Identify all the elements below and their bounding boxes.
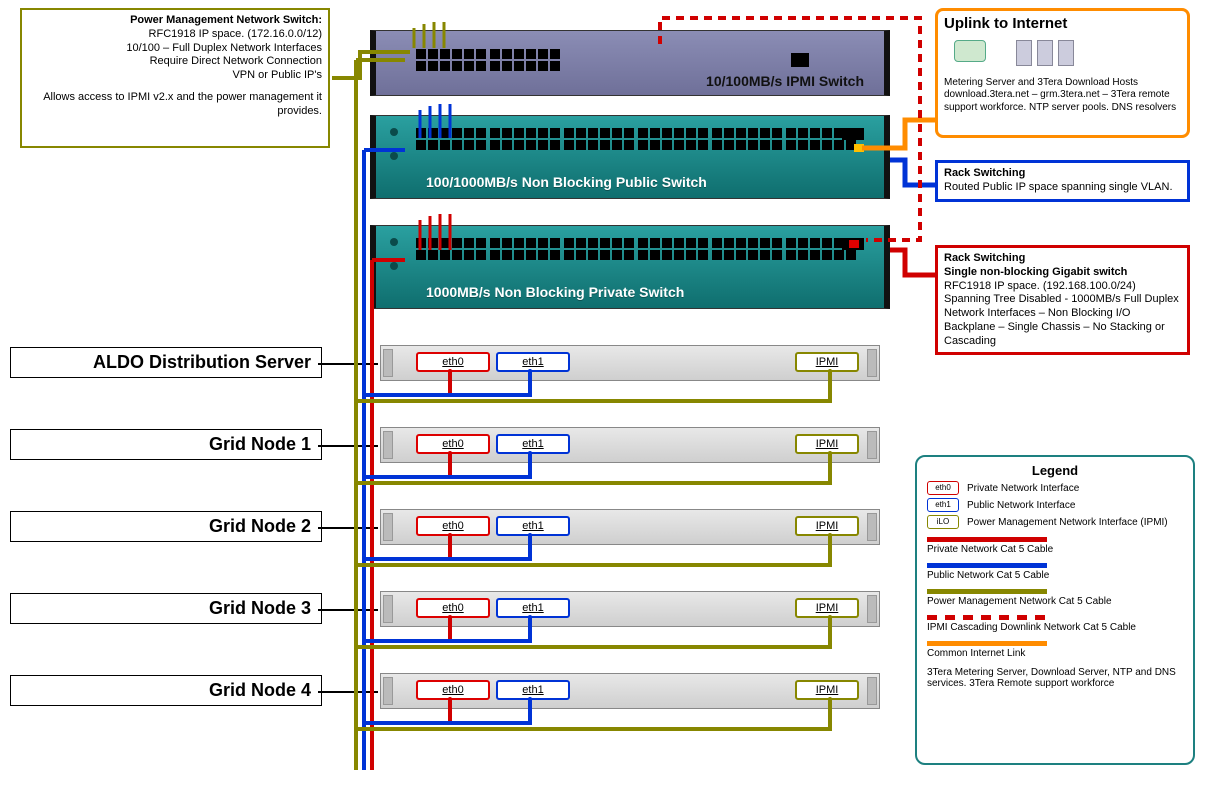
switch-private-label: 1000MB/s Non Blocking Private Switch: [426, 284, 684, 300]
annotation-pmn: Power Management Network Switch: RFC1918…: [20, 8, 330, 148]
annotation-uplink: Uplink to Internet Metering Server and 3…: [935, 8, 1190, 138]
legend-iface-ilo: iLO Power Management Network Interface (…: [927, 515, 1183, 529]
annotation-uplink-body: Metering Server and 3Tera Download Hosts…: [944, 77, 1181, 115]
servers-icon: [1016, 40, 1074, 71]
legend-title: Legend: [927, 463, 1183, 478]
server-4: eth0 eth1 IPMI: [380, 673, 880, 709]
server-0: eth0 eth1 IPMI: [380, 345, 880, 381]
annotation-pmn-l5: Allows access to IPMI v2.x and the power…: [28, 91, 322, 119]
annotation-pmn-title: Power Management Network Switch:: [28, 14, 322, 28]
legend-iface-eth0: eth0 Private Network Interface: [927, 481, 1183, 495]
legend-iface-eth1: eth1 Public Network Interface: [927, 498, 1183, 512]
server-3-eth0: eth0: [416, 598, 490, 618]
server-2-ipmi: IPMI: [795, 516, 859, 536]
server-label-1: Grid Node 1: [10, 429, 322, 460]
annotation-rack-public-body: Routed Public IP space spanning single V…: [944, 181, 1173, 193]
switch-private: 1000MB/s Non Blocking Private Switch: [370, 225, 890, 309]
server-label-connector-2: [318, 527, 378, 529]
server-0-ipmi: IPMI: [795, 352, 859, 372]
legend-cable-0: Private Network Cat 5 Cable: [927, 537, 1183, 555]
annotation-uplink-title: Uplink to Internet: [944, 15, 1181, 34]
server-4-eth1: eth1: [496, 680, 570, 700]
server-1-eth0: eth0: [416, 434, 490, 454]
annotation-rack-public-title: Rack Switching: [944, 167, 1025, 179]
server-2-eth1: eth1: [496, 516, 570, 536]
server-0-eth0: eth0: [416, 352, 490, 372]
server-label-connector-1: [318, 445, 378, 447]
switch-ipmi-label: 10/100MB/s IPMI Switch: [706, 73, 864, 89]
annotation-rack-public: Rack Switching Routed Public IP space sp…: [935, 160, 1190, 202]
server-3: eth0 eth1 IPMI: [380, 591, 880, 627]
legend-box: Legend eth0 Private Network Interface et…: [915, 455, 1195, 765]
server-label-2: Grid Node 2: [10, 511, 322, 542]
switch-ipmi: 10/100MB/s IPMI Switch: [370, 30, 890, 96]
server-1-eth1: eth1: [496, 434, 570, 454]
server-label-3: Grid Node 3: [10, 593, 322, 624]
annotation-rack-private-sub: Single non-blocking Gigabit switch: [944, 266, 1127, 278]
server-label-connector-4: [318, 691, 378, 693]
server-4-eth0: eth0: [416, 680, 490, 700]
server-3-eth1: eth1: [496, 598, 570, 618]
server-label-connector-0: [318, 363, 378, 365]
annotation-rack-private-body: RFC1918 IP space. (192.168.100.0/24) Spa…: [944, 280, 1179, 347]
annotation-pmn-l1: RFC1918 IP space. (172.16.0.0/12): [28, 28, 322, 42]
annotation-rack-private: Rack Switching Single non-blocking Gigab…: [935, 245, 1190, 355]
annotation-pmn-l4: VPN or Public IP's: [28, 69, 322, 83]
server-1-ipmi: IPMI: [795, 434, 859, 454]
server-1: eth0 eth1 IPMI: [380, 427, 880, 463]
server-label-connector-3: [318, 609, 378, 611]
server-4-ipmi: IPMI: [795, 680, 859, 700]
server-label-0: ALDO Distribution Server: [10, 347, 322, 378]
legend-cable-2: Power Management Network Cat 5 Cable: [927, 589, 1183, 607]
server-0-eth1: eth1: [496, 352, 570, 372]
router-icon: [954, 40, 986, 62]
switch-public-label: 100/1000MB/s Non Blocking Public Switch: [426, 174, 707, 190]
switch-public: 100/1000MB/s Non Blocking Public Switch: [370, 115, 890, 199]
annotation-pmn-l2: 10/100 – Full Duplex Network Interfaces: [28, 42, 322, 56]
annotation-pmn-l3: Require Direct Network Connection: [28, 55, 322, 69]
server-label-4: Grid Node 4: [10, 675, 322, 706]
server-2-eth0: eth0: [416, 516, 490, 536]
legend-cable-4: Common Internet Link: [927, 641, 1183, 659]
legend-cable-3: IPMI Cascading Downlink Network Cat 5 Ca…: [927, 615, 1183, 633]
annotation-rack-private-title: Rack Switching: [944, 252, 1025, 264]
server-2: eth0 eth1 IPMI: [380, 509, 880, 545]
legend-cable-1: Public Network Cat 5 Cable: [927, 563, 1183, 581]
server-3-ipmi: IPMI: [795, 598, 859, 618]
legend-cable-5: 3Tera Metering Server, Download Server, …: [927, 667, 1183, 689]
